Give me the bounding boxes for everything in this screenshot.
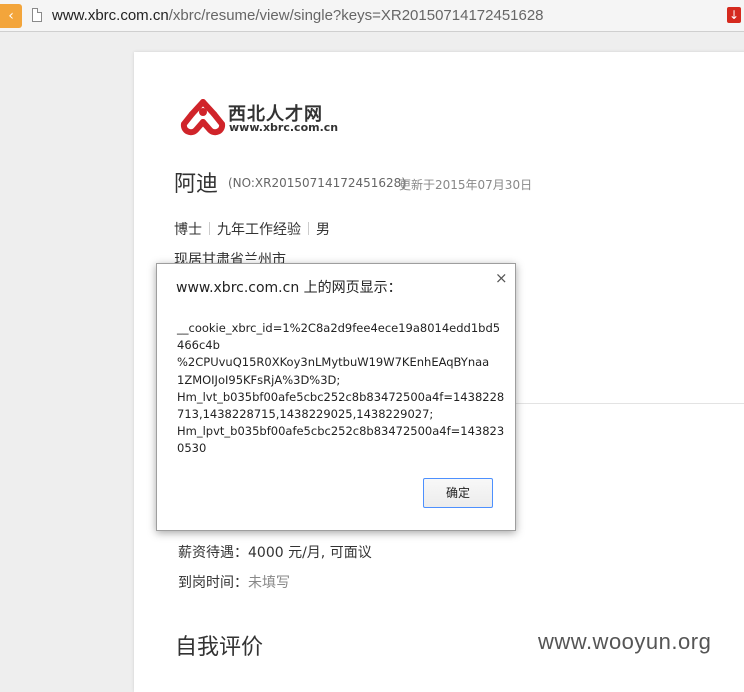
dialog-message: __cookie_xbrc_id=1%2C8a2d9fee4ece19a8014…	[177, 321, 505, 456]
arrival-value: 未填写	[248, 575, 290, 591]
self-evaluation-heading: 自我评价	[175, 635, 264, 660]
meta-divider	[209, 222, 210, 235]
download-arrow-icon[interactable]: ↓	[727, 7, 741, 23]
logo-text-en: www.xbrc.com.cn	[229, 121, 339, 134]
updated-date: 更新于2015年07月30日	[399, 178, 533, 192]
watermark: www.wooyun.org	[538, 629, 712, 654]
salary-row: 薪资待遇：4000 元/月, 可面议	[178, 542, 372, 562]
xbrc-logo-icon	[180, 99, 226, 136]
alert-dialog: www.xbrc.com.cn 上的网页显示： × __cookie_xbrc_…	[156, 263, 516, 531]
experience: 九年工作经验	[217, 222, 301, 238]
degree: 博士	[174, 222, 202, 238]
url-field[interactable]: www.xbrc.com.cn/xbrc/resume/view/single?…	[52, 6, 544, 26]
browser-address-bar: ‹ www.xbrc.com.cn/xbrc/resume/view/singl…	[0, 0, 744, 32]
candidate-meta: 博士 九年工作经验男	[174, 219, 330, 239]
back-arrow-icon[interactable]: ‹	[0, 4, 22, 28]
url-domain: www.xbrc.com.cn	[52, 7, 169, 24]
salary-value: 4000 元/月, 可面议	[248, 545, 372, 561]
ok-button[interactable]: 确定	[423, 478, 493, 508]
arrival-row: 到岗时间：未填写	[178, 572, 290, 592]
arrival-label: 到岗时间：	[178, 575, 248, 591]
close-icon[interactable]: ×	[495, 269, 508, 287]
candidate-name: 阿迪	[174, 172, 219, 197]
meta-divider	[308, 222, 309, 235]
page-icon	[32, 8, 42, 22]
resume-number: (NO:XR20150714172451628)	[228, 176, 406, 190]
section-divider	[516, 403, 744, 404]
dialog-title: www.xbrc.com.cn 上的网页显示：	[176, 280, 402, 296]
salary-label: 薪资待遇：	[178, 545, 248, 561]
gender: 男	[316, 222, 330, 238]
url-path: /xbrc/resume/view/single?keys=XR20150714…	[168, 7, 544, 24]
